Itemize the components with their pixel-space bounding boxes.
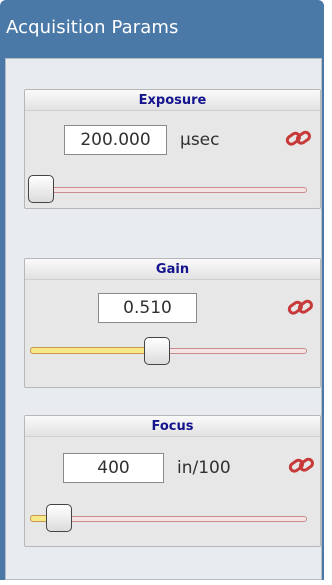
focus-unit: in/100 [177,458,231,478]
exposure-slider-track[interactable] [33,187,307,193]
exposure-value-field[interactable]: 200.000 [64,125,167,155]
exposure-group: Exposure 200.000 μsec [24,89,321,209]
focus-group: Focus 400 in/100 [24,415,321,547]
exposure-label: Exposure [138,93,207,108]
focus-header: Focus [25,416,320,437]
exposure-slider-thumb[interactable] [28,175,54,203]
exposure-header: Exposure [25,90,320,111]
acquisition-params-panel: Acquisition Params Exposure 200.000 μsec… [0,0,324,580]
panel-body: Exposure 200.000 μsec Gain 0.510 Focus 4… [5,58,322,580]
link-chain-icon[interactable] [287,297,315,319]
link-chain-icon[interactable] [288,455,316,477]
gain-value-field[interactable]: 0.510 [98,293,197,323]
exposure-unit: μsec [180,130,220,150]
gain-label: Gain [155,262,190,277]
gain-header: Gain [25,259,320,280]
panel-title: Acquisition Params [6,17,179,38]
gain-group: Gain 0.510 [24,258,321,388]
focus-label: Focus [151,419,194,434]
focus-value-field[interactable]: 400 [63,453,164,483]
focus-slider-track[interactable] [33,516,307,522]
link-chain-icon[interactable] [285,128,313,150]
focus-slider-thumb[interactable] [46,504,72,532]
gain-slider-thumb[interactable] [144,337,170,365]
